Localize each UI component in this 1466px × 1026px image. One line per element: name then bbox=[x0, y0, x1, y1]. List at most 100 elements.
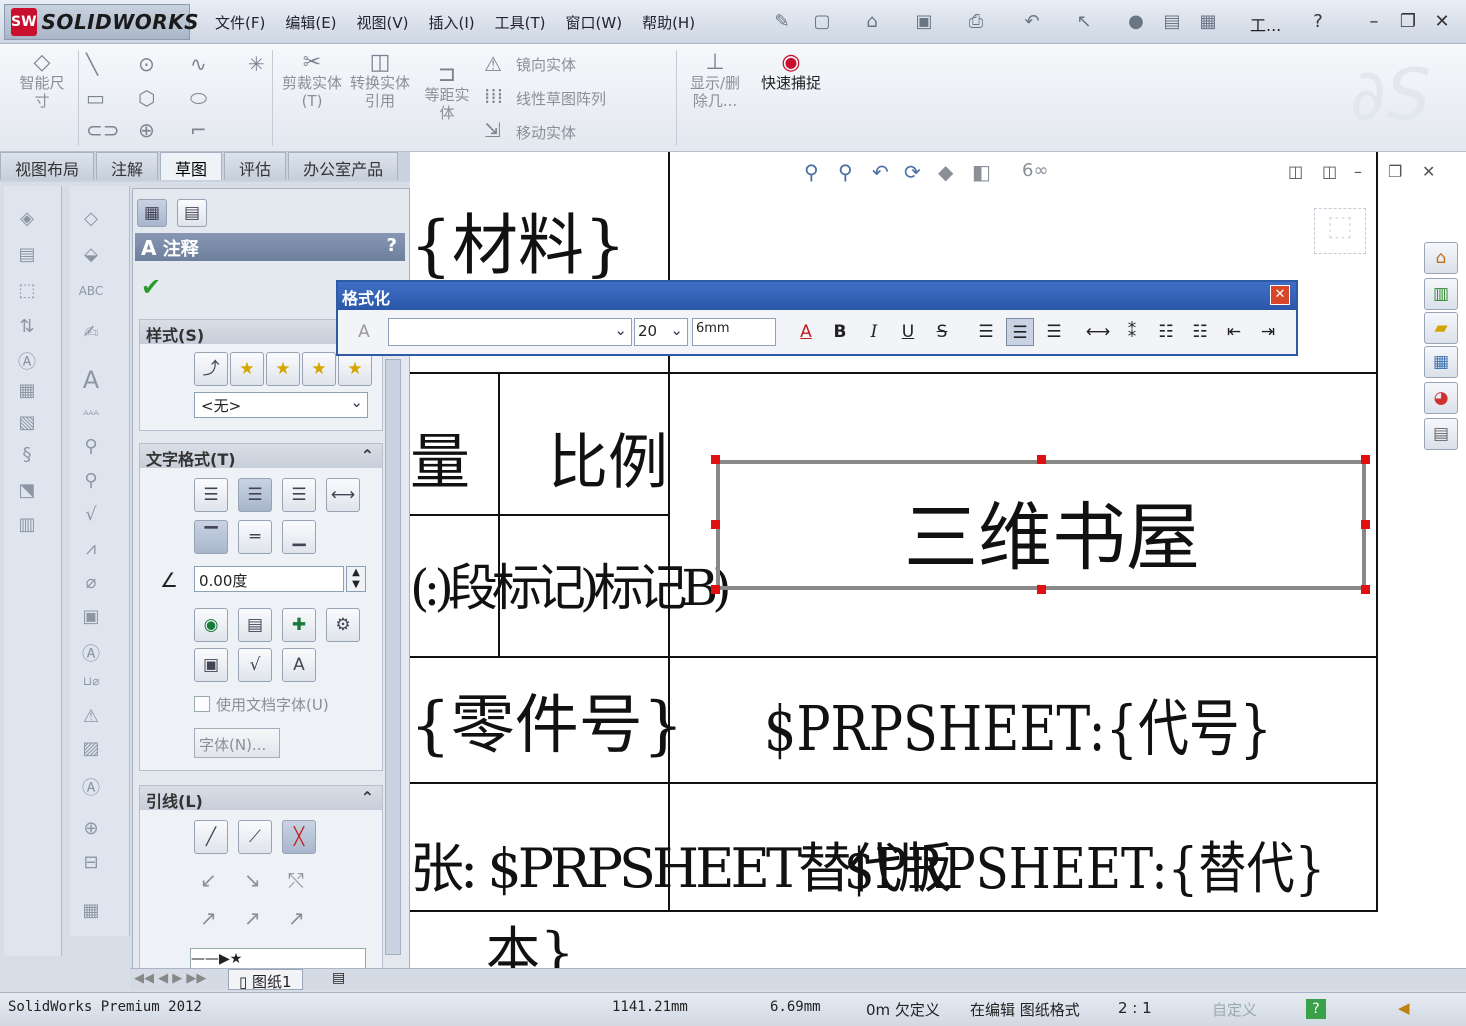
app-logo[interactable]: SW SOLIDWORKS bbox=[4, 4, 199, 40]
menu-edit[interactable]: 编辑(E) bbox=[275, 6, 346, 38]
leader-straight-icon[interactable]: ╱ bbox=[194, 820, 228, 854]
design-library-icon[interactable]: ▥ bbox=[1424, 278, 1458, 310]
resize-handle[interactable] bbox=[711, 585, 720, 594]
menu-tools[interactable]: 工具(T) bbox=[485, 6, 556, 38]
sheet-nav-icon[interactable]: ◀◀ ◀ ▶ ▶▶ bbox=[134, 971, 206, 986]
menu-view[interactable]: 视图(V) bbox=[347, 6, 419, 38]
rebuild-icon[interactable]: ● bbox=[1124, 10, 1148, 34]
tool-icon[interactable]: ▥ bbox=[14, 514, 40, 535]
magnet-line-icon[interactable]: ⚲ bbox=[78, 470, 104, 491]
font-button[interactable]: 字体(N)... bbox=[194, 728, 280, 758]
block-icon[interactable]: Ⓐ bbox=[78, 774, 104, 800]
tool-icon[interactable]: ▤ bbox=[14, 244, 40, 265]
trim-button[interactable]: ✂ 剪裁实体(T) bbox=[282, 52, 342, 111]
insert-hyperlink-icon[interactable]: ◉ bbox=[194, 608, 228, 642]
pm-scrollbar[interactable] bbox=[385, 359, 401, 955]
move-label[interactable]: 移动实体 bbox=[516, 122, 576, 143]
weld-symbol-icon[interactable]: ⩘ bbox=[78, 538, 104, 559]
tool-icon[interactable]: Ⓐ bbox=[14, 348, 40, 374]
angle-spinner[interactable]: ▲ ▼ bbox=[346, 566, 366, 592]
file-props-icon[interactable]: ▤ bbox=[1160, 10, 1184, 34]
resize-handle[interactable] bbox=[1037, 455, 1046, 464]
rectangle-icon[interactable]: ▭ bbox=[86, 86, 105, 110]
align-left-icon[interactable]: ☰ bbox=[194, 478, 228, 512]
no-leader-icon[interactable]: ╳ bbox=[282, 820, 316, 854]
align-center-icon[interactable]: ☰ bbox=[1006, 318, 1034, 346]
balloon-icon[interactable]: ᴬᴬᴬ bbox=[78, 408, 104, 422]
model-items-icon[interactable]: ⬙ bbox=[78, 244, 104, 265]
resize-handle[interactable] bbox=[711, 455, 720, 464]
pin-icon[interactable]: ✎ bbox=[770, 10, 794, 34]
show-delete-relations-button[interactable]: ⊥ 显示/删除几... bbox=[684, 52, 746, 111]
point-icon[interactable]: ✳ bbox=[248, 52, 265, 76]
tool-icon[interactable]: ▧ bbox=[14, 412, 40, 433]
doc-minimize-icon[interactable]: – bbox=[1354, 162, 1362, 181]
surface-finish-icon[interactable]: √ bbox=[238, 648, 272, 682]
doc-close-icon[interactable]: ✕ bbox=[1422, 162, 1435, 181]
units-selector[interactable]: 自定义 bbox=[1212, 999, 1257, 1020]
font-color-icon[interactable]: A bbox=[792, 318, 820, 346]
zoom-area-icon[interactable]: ⚲ bbox=[838, 160, 853, 184]
align-middle-icon[interactable]: ═ bbox=[238, 520, 272, 554]
strikethrough-icon[interactable]: S bbox=[928, 318, 956, 346]
convert-entities-button[interactable]: ◫ 转换实体引用 bbox=[350, 52, 410, 111]
selected-note-text[interactable]: 三维书屋 bbox=[904, 478, 1200, 585]
zoom-fit-icon[interactable]: ⚲ bbox=[804, 160, 819, 184]
smart-dimension-button[interactable]: ◇ 智能尺寸 bbox=[14, 52, 70, 111]
resize-handle[interactable] bbox=[1361, 585, 1370, 594]
surface-finish-icon[interactable]: √ bbox=[78, 504, 104, 525]
status-arrow-icon[interactable]: ◀ bbox=[1398, 999, 1410, 1017]
style-select[interactable]: <无> ⌄ bbox=[194, 392, 368, 418]
align-right-icon[interactable]: ☰ bbox=[282, 478, 316, 512]
hide-show-icon[interactable]: 6∞ bbox=[1022, 160, 1048, 181]
font-select[interactable]: ⌄ bbox=[388, 318, 632, 346]
align-right-icon[interactable]: ☰ bbox=[1040, 318, 1068, 346]
sheet-scale[interactable]: 2 : 1 bbox=[1118, 999, 1152, 1017]
save-style-icon[interactable]: ★ bbox=[302, 352, 336, 386]
property-manager-tab-icon[interactable]: ▤ bbox=[177, 199, 207, 227]
load-style-icon[interactable]: ★ bbox=[338, 352, 372, 386]
menu-help[interactable]: 帮助(H) bbox=[632, 6, 705, 38]
note-icon[interactable]: A bbox=[78, 366, 104, 394]
split-view-icon[interactable]: ◫ bbox=[1288, 162, 1303, 181]
italic-icon[interactable]: I bbox=[860, 318, 888, 346]
align-top-icon[interactable]: ▔ bbox=[194, 520, 228, 554]
split-view-2-icon[interactable]: ◫ bbox=[1322, 162, 1337, 181]
mirror-label[interactable]: 镜向实体 bbox=[516, 54, 576, 75]
leader-attach-1-icon[interactable]: ↗ bbox=[200, 906, 217, 930]
leader-left-icon[interactable]: ↙ bbox=[200, 868, 217, 892]
geo-tol-icon[interactable]: ▣ bbox=[194, 648, 228, 682]
leader-bent-icon[interactable]: ⟋ bbox=[238, 820, 272, 854]
stack-icon[interactable]: ⁑ bbox=[1118, 318, 1146, 346]
leader-attach-3-icon[interactable]: ↗ bbox=[288, 906, 305, 930]
use-doc-font-checkbox[interactable] bbox=[194, 696, 210, 712]
select-icon[interactable]: ↖ bbox=[1072, 10, 1096, 34]
font-icon[interactable]: A bbox=[350, 318, 378, 346]
selected-note-box[interactable]: 三维书屋 bbox=[716, 460, 1366, 590]
appearances-icon[interactable]: ◕ bbox=[1424, 382, 1458, 414]
drawing-sheet[interactable]: {材料} 量 比例 (:)段标记)标记B) {零件号} $PRPSHEET:{代… bbox=[410, 152, 1466, 984]
datum-feature-icon[interactable]: Ⓐ bbox=[78, 640, 104, 666]
tool-icon[interactable]: ⬚ bbox=[14, 280, 40, 301]
leader-right-icon[interactable]: ↘ bbox=[244, 868, 261, 892]
undo-icon[interactable]: ↶ bbox=[1020, 10, 1044, 34]
minimize-icon[interactable]: – bbox=[1362, 10, 1386, 34]
line-icon[interactable]: ╲ bbox=[86, 52, 98, 76]
view-orient-icon[interactable]: ◧ bbox=[972, 160, 991, 184]
link-property-icon[interactable]: ▤ bbox=[238, 608, 272, 642]
resize-handle[interactable] bbox=[1361, 455, 1370, 464]
lock-symbol-icon[interactable]: ⚙ bbox=[326, 608, 360, 642]
tool-icon[interactable]: § bbox=[14, 444, 40, 465]
tools-overflow[interactable]: 工... bbox=[1250, 12, 1281, 36]
text-format-header[interactable]: 文字格式(T) ⌃ bbox=[140, 444, 382, 469]
ok-check-icon[interactable]: ✔ bbox=[141, 273, 161, 301]
tab-sketch[interactable]: 草图 bbox=[160, 152, 223, 180]
fit-text-icon[interactable]: ⟷ bbox=[1084, 318, 1112, 346]
linear-pattern-label[interactable]: 线性草图阵列 bbox=[516, 88, 606, 109]
leader-header[interactable]: 引线(L) ⌃ bbox=[140, 786, 382, 811]
quick-snap-button[interactable]: ◉ 快速捕捉 bbox=[756, 52, 826, 93]
add-symbol-icon[interactable]: ✚ bbox=[282, 608, 316, 642]
hatch-icon[interactable]: ▨ bbox=[78, 738, 104, 759]
resize-handle[interactable] bbox=[1037, 585, 1046, 594]
add-sheet-icon[interactable]: ▤ bbox=[332, 970, 345, 986]
